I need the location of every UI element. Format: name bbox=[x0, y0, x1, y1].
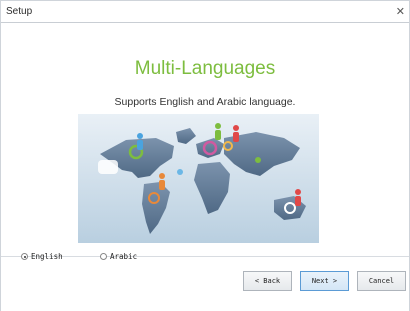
window-title: Setup bbox=[6, 6, 33, 17]
radio-english-indicator[interactable] bbox=[21, 253, 28, 260]
back-button[interactable]: < Back bbox=[243, 271, 292, 291]
cancel-button[interactable]: Cancel bbox=[357, 271, 406, 291]
world-map-graphic bbox=[78, 114, 319, 243]
next-button[interactable]: Next > bbox=[300, 271, 349, 291]
radio-english[interactable]: English bbox=[21, 252, 63, 261]
content-area: Multi-Languages Supports English and Ara… bbox=[1, 23, 409, 256]
radio-english-label: English bbox=[31, 252, 63, 261]
radio-arabic-label: Arabic bbox=[110, 252, 138, 261]
radio-arabic-indicator[interactable] bbox=[100, 253, 107, 260]
radio-arabic[interactable]: Arabic bbox=[100, 252, 137, 261]
setup-window: Setup ✕ Multi-Languages Supports English… bbox=[0, 0, 410, 311]
title-bar: Setup ✕ bbox=[1, 1, 409, 23]
page-subtitle: Supports English and Arabic language. bbox=[114, 96, 296, 108]
footer-bar: English Arabic < Back Next > Cancel bbox=[1, 252, 409, 311]
world-map-illustration bbox=[78, 114, 319, 243]
page-heading: Multi-Languages bbox=[134, 58, 276, 79]
close-icon[interactable]: ✕ bbox=[396, 5, 405, 18]
